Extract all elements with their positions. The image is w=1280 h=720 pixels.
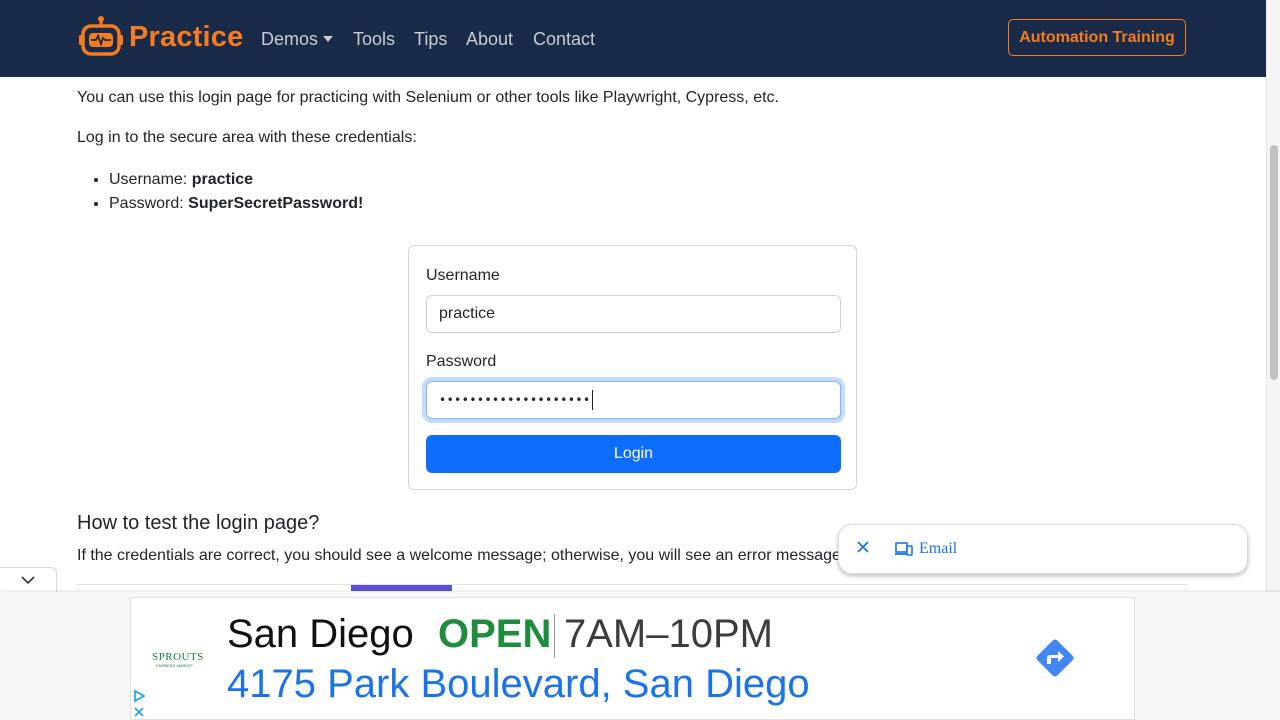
page-scrollbar[interactable] (1266, 0, 1280, 597)
credentials-list: Username: practice Password: SuperSecret… (95, 168, 363, 216)
email-popup: Email (838, 524, 1248, 574)
ad-address: 4175 Park Boulevard, San Diego (227, 662, 810, 706)
close-icon[interactable] (855, 539, 871, 555)
advertiser-logo-sub: FARMERS MARKET (156, 663, 194, 668)
top-navbar: Practice Demos Tools Tips About Contact … (0, 0, 1266, 77)
intro-text: You can use this login page for practici… (77, 89, 779, 106)
adchoices-icon[interactable] (132, 689, 146, 703)
nav-about[interactable]: About (466, 28, 513, 50)
ad-close-icon[interactable] (132, 705, 146, 719)
username-value: practice (439, 305, 496, 322)
credential-value: practice (191, 171, 254, 188)
instructions-text: Log in to the secure area with these cre… (77, 129, 417, 146)
ad-collapse-tab[interactable] (0, 567, 57, 593)
credential-password: Password: SuperSecretPassword! (109, 192, 363, 216)
nav-demos-label: Demos (261, 29, 319, 49)
nav-tips[interactable]: Tips (414, 28, 447, 50)
credential-username: Username: practice (109, 168, 363, 192)
chevron-down-icon (21, 576, 35, 585)
login-form: Username practice Password •••••••••••••… (408, 245, 857, 490)
advertiser-logo: SPROUTS (152, 651, 204, 663)
devices-icon (895, 542, 913, 556)
username-label: Username (426, 267, 500, 284)
ad-open-status: OPEN (438, 612, 552, 656)
section-heading: How to test the login page? (77, 512, 320, 534)
email-link[interactable]: Email (919, 540, 957, 558)
ad-divider (554, 614, 555, 658)
nav-contact[interactable]: Contact (533, 28, 595, 50)
nav-demos-dropdown[interactable]: Demos (261, 28, 334, 50)
brand-logo-link[interactable]: Practice (78, 14, 243, 60)
credential-label: Username: (109, 171, 192, 188)
username-input[interactable]: practice (426, 295, 841, 333)
advertisement-banner[interactable]: SPROUTS FARMERS MARKET San Diego OPEN 7A… (130, 597, 1135, 720)
password-input[interactable]: •••••••••••••••••••• (426, 381, 841, 419)
robot-logo-icon (79, 16, 123, 56)
login-button[interactable]: Login (426, 435, 841, 473)
section-body: If the credentials are correct, you shou… (77, 547, 846, 564)
password-value: •••••••••••••••••••• (439, 393, 591, 407)
credential-label: Password: (109, 195, 189, 212)
text-cursor (591, 390, 593, 410)
caret-down-icon (323, 36, 334, 42)
nav-tools[interactable]: Tools (353, 28, 395, 50)
automation-training-button[interactable]: Automation Training (1008, 19, 1186, 56)
embedded-ad-bar (351, 585, 452, 591)
directions-icon[interactable] (1031, 634, 1079, 682)
embedded-ad-strip (77, 584, 1187, 591)
password-label: Password (426, 353, 497, 370)
scrollbar-thumb[interactable] (1270, 145, 1278, 380)
brand-name: Practice (129, 20, 244, 53)
credential-value: SuperSecretPassword! (188, 195, 364, 212)
ad-city: San Diego (227, 612, 414, 656)
ad-hours: 7AM–10PM (564, 612, 773, 656)
